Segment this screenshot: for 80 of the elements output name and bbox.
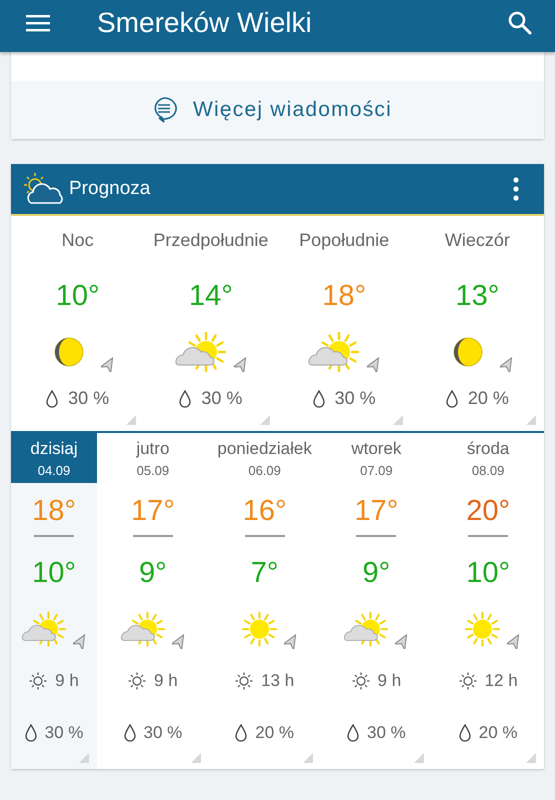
day-name: jutro [136, 438, 170, 458]
corner-mark-icon [414, 753, 424, 763]
corner-mark-icon [79, 753, 89, 763]
day-date: 05.09 [136, 462, 170, 478]
low-temperature: 7° [250, 557, 278, 591]
day-date: 04.09 [38, 462, 70, 478]
corner-mark-icon [190, 753, 201, 763]
low-temperature: 10° [466, 557, 510, 591]
temperature: 10° [56, 280, 100, 314]
forecast-cell[interactable]: Popołudnie 18° 30 % [278, 216, 411, 431]
temperature: 14° [188, 280, 233, 314]
rain-chance: 20 % [478, 723, 518, 743]
search-icon[interactable] [507, 10, 533, 36]
sun-outline-icon [235, 672, 254, 690]
corner-mark-icon [302, 753, 312, 763]
corner-mark-icon [260, 415, 270, 425]
app-title: Smereków Wielki [97, 7, 313, 39]
drop-icon [347, 724, 359, 742]
low-temperature: 9° [362, 557, 390, 591]
sun-outline-icon [29, 672, 48, 690]
forecast-title: Prognoza [69, 178, 152, 200]
rain-chance: 30 % [44, 723, 84, 743]
sunshine-hours: 13 h [261, 671, 294, 691]
drop-icon [179, 390, 192, 408]
period-label: Przedpołudnie [153, 230, 268, 252]
high-temperature: 18° [32, 495, 76, 529]
corner-mark-icon [526, 415, 536, 425]
drop-icon [46, 390, 58, 408]
period-label: Wieczór [444, 230, 510, 252]
forecast-cell[interactable]: Noc 10° 30 % [11, 216, 144, 431]
low-temperature: 10° [32, 557, 76, 591]
sun-outline-icon [352, 672, 370, 690]
day-column[interactable]: dzisiaj 04.09 18° 10° 9 h 30 % [11, 433, 97, 769]
more-news-link[interactable]: Więcej wiadomości [11, 81, 544, 139]
corner-mark-icon [526, 753, 536, 763]
sunshine-hours: 12 h [484, 671, 518, 691]
drop-icon [24, 724, 37, 742]
day-name: poniedziałek [217, 438, 312, 458]
day-date: 06.09 [248, 462, 281, 478]
day-name: dzisiaj [30, 438, 78, 458]
more-options-icon[interactable] [512, 176, 520, 202]
temperature: 13° [455, 280, 500, 314]
high-temperature: 20° [466, 495, 510, 529]
day-name: wtorek [351, 438, 402, 458]
forecast-cell[interactable]: Wieczór 13° 20 % [410, 216, 544, 431]
temperature: 18° [322, 280, 366, 314]
period-label: Popołudnie [299, 230, 390, 252]
period-label: Noc [62, 230, 94, 252]
drop-icon [312, 390, 325, 408]
low-temperature: 9° [139, 557, 167, 591]
rain-chance: 30 % [201, 388, 242, 409]
rain-chance: 30 % [144, 723, 182, 743]
corner-mark-icon [126, 415, 136, 425]
sun-outline-icon [128, 672, 146, 690]
day-column[interactable]: środa 08.09 20° 10° 12 h 20 % [432, 433, 544, 769]
rain-chance: 20 % [255, 723, 294, 743]
day-date: 07.09 [360, 462, 393, 478]
high-temperature: 17° [354, 495, 398, 529]
rain-chance: 30 % [367, 723, 406, 743]
forecast-cell[interactable]: Przedpołudnie 14° 30 % [144, 216, 278, 431]
day-column[interactable]: wtorek 07.09 17° 9° 9 h 30 % [320, 433, 432, 769]
menu-icon[interactable] [25, 13, 51, 33]
drop-icon [235, 724, 248, 742]
rain-chance: 20 % [468, 388, 509, 409]
sunshine-hours: 9 h [154, 671, 178, 691]
drop-icon [446, 390, 458, 408]
high-temperature: 17° [130, 495, 175, 529]
sunshine-hours: 9 h [55, 671, 79, 691]
high-temperature: 16° [242, 495, 287, 529]
drop-icon [458, 724, 471, 742]
day-column[interactable]: poniedziałek 06.09 16° 7° 13 h 20 % [208, 433, 320, 769]
rain-chance: 30 % [334, 388, 376, 409]
drop-icon [124, 724, 136, 742]
sun-outline-icon [458, 672, 477, 690]
sunshine-hours: 9 h [378, 671, 402, 691]
day-column[interactable]: jutro 05.09 17° 9° 9 h 30 % [97, 433, 209, 769]
day-date: 08.09 [472, 462, 504, 478]
corner-mark-icon [392, 415, 403, 425]
day-name: środa [466, 438, 510, 458]
rain-chance: 30 % [68, 388, 110, 409]
